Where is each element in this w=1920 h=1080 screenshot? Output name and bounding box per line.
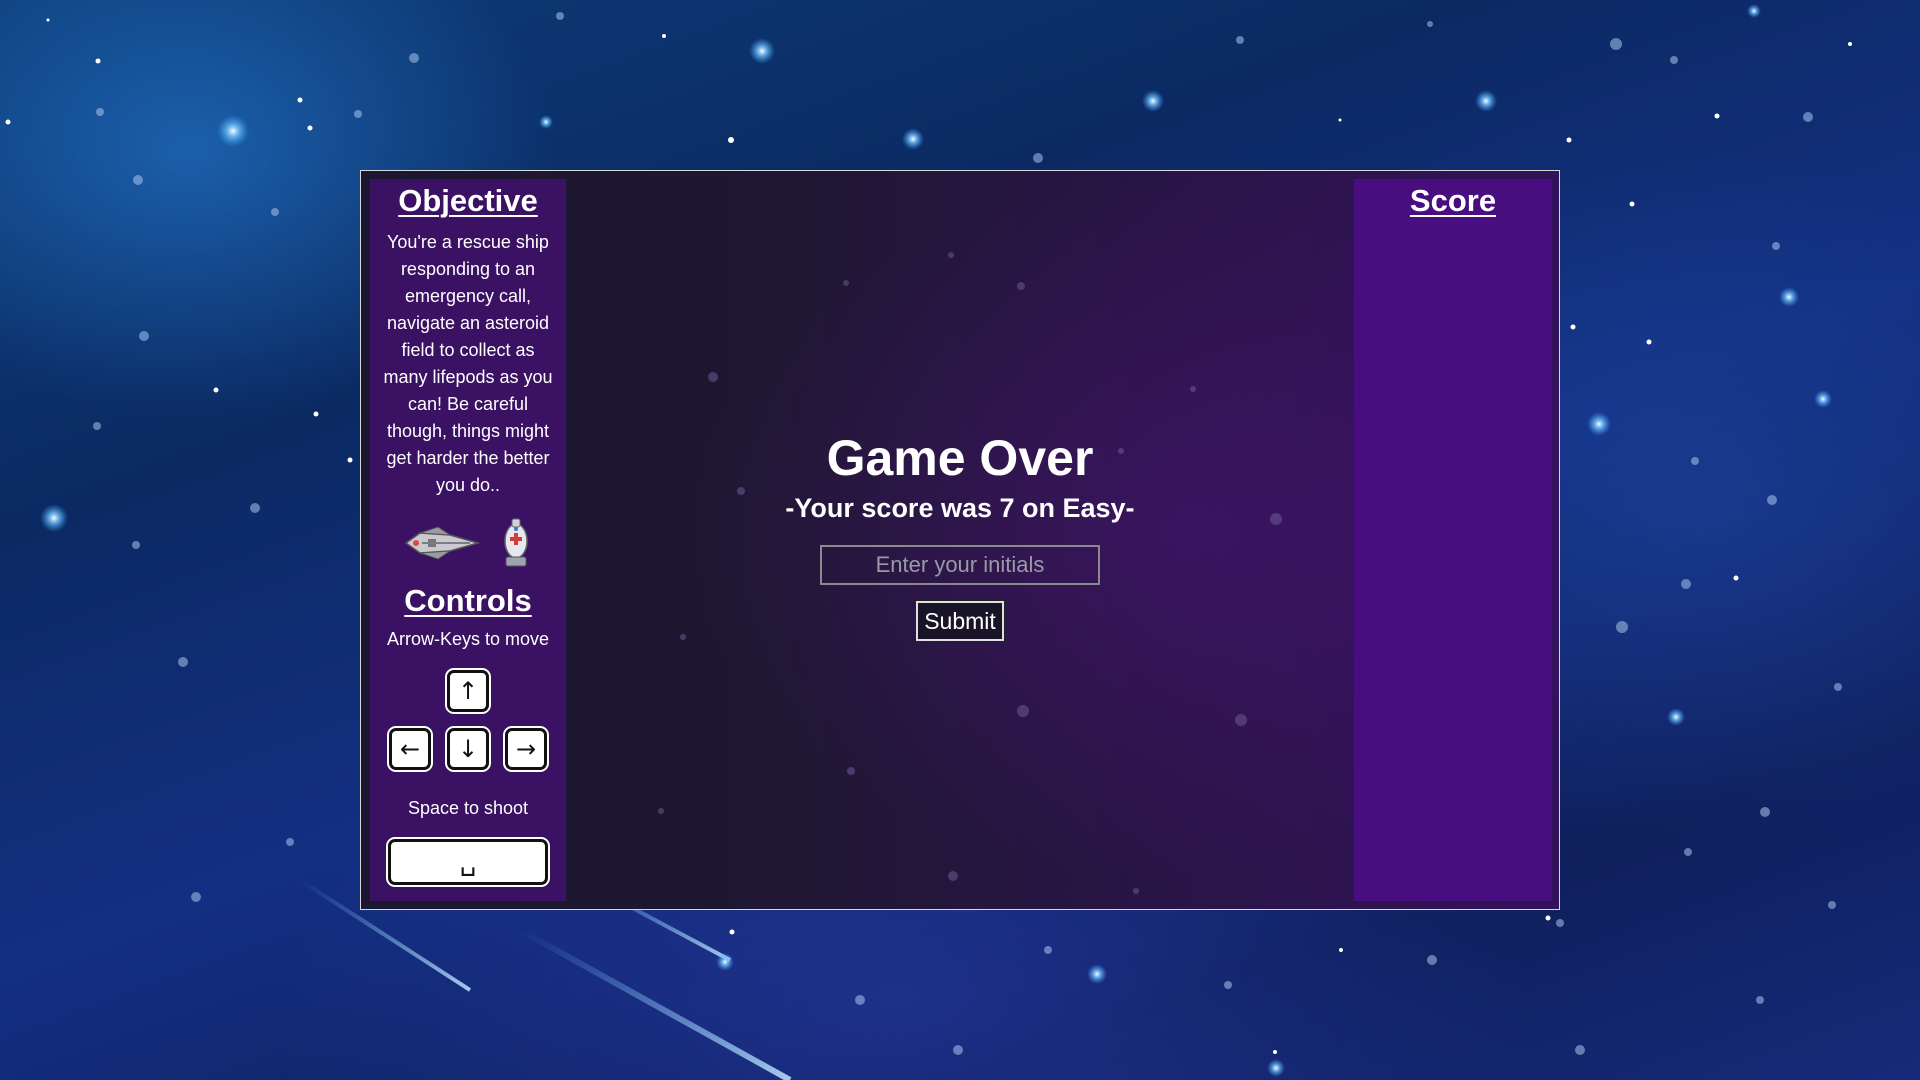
arrow-keys: ↑ ← ↓ → [383, 670, 553, 782]
glow-star [1267, 1059, 1285, 1077]
glow-star [1587, 412, 1611, 436]
final-score-text: -Your score was 7 on Easy- [785, 493, 1135, 523]
glow-star [1087, 964, 1107, 984]
glow-star [1814, 390, 1832, 408]
arrow-up-key-icon: ↑ [447, 670, 489, 712]
glow-star [1475, 90, 1497, 112]
initials-input[interactable] [820, 545, 1100, 585]
arrow-down-key-icon: ↓ [447, 728, 489, 770]
game-over-title: Game Over [826, 430, 1094, 486]
objective-title: Objective [398, 183, 538, 218]
shooting-star-streak [518, 927, 792, 1080]
glow-star [1142, 90, 1164, 112]
glow-star [539, 115, 553, 129]
controls-title: Controls [404, 583, 532, 618]
lifepod-icon [504, 518, 528, 567]
glow-star [1667, 708, 1685, 726]
glow-star [902, 128, 924, 150]
game-over-panel: Game Over -Your score was 7 on Easy- Sub… [566, 429, 1354, 642]
glow-star [40, 504, 68, 532]
objective-icons [370, 515, 566, 571]
controls-shoot-text: Space to shoot [407, 798, 529, 818]
arrow-right-key-icon: → [505, 728, 547, 770]
rescue-ship-icon [404, 526, 480, 560]
arrow-left-key-icon: ← [389, 728, 431, 770]
objective-text: You're a rescue ship responding to an em… [383, 232, 553, 495]
controls-move-text: Arrow-Keys to move [386, 629, 550, 649]
submit-button[interactable]: Submit [915, 600, 1005, 642]
glow-star [749, 38, 775, 64]
glow-star [217, 115, 249, 147]
objective-controls-panel: Objective You're a rescue ship respondin… [370, 179, 566, 901]
glow-star [1747, 4, 1761, 18]
score-panel: Score [1354, 179, 1552, 901]
score-title: Score [1409, 183, 1497, 218]
space-key-icon: ␣ [388, 839, 548, 885]
game-frame: Objective You're a rescue ship respondin… [360, 170, 1560, 910]
glow-star [1779, 287, 1799, 307]
glow-star [716, 953, 734, 971]
